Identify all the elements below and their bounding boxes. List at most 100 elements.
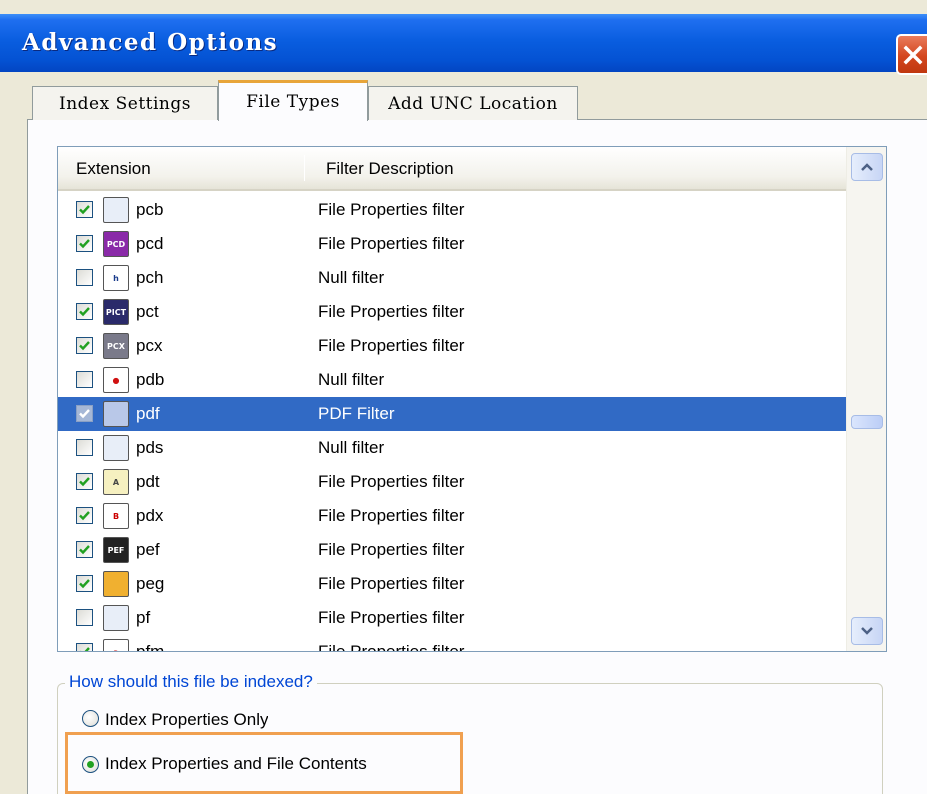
list-row-pds[interactable]: pds Null filter bbox=[58, 431, 846, 465]
checkbox-pds[interactable] bbox=[76, 439, 93, 456]
close-button[interactable] bbox=[896, 34, 927, 75]
file-types-list[interactable]: Extension Filter Description pcb File Pro… bbox=[57, 146, 887, 652]
checkmark-icon bbox=[79, 579, 90, 589]
filter-description-label: File Properties filter bbox=[318, 302, 465, 321]
filter-description-label: Null filter bbox=[318, 370, 385, 389]
radio-button[interactable] bbox=[82, 710, 99, 727]
extension-label: pfm bbox=[136, 642, 165, 652]
tab-index-settings[interactable]: Index Settings bbox=[32, 86, 218, 120]
filter-description-label: File Properties filter bbox=[318, 608, 465, 627]
filter-description-label: File Properties filter bbox=[318, 472, 465, 491]
title-bar[interactable]: Advanced Options bbox=[0, 14, 927, 75]
extension-label: pdf bbox=[136, 404, 160, 423]
checkbox-pcx[interactable] bbox=[76, 337, 93, 354]
scroll-thumb[interactable] bbox=[851, 415, 883, 429]
filter-description-label: File Properties filter bbox=[318, 336, 465, 355]
extension-label: pcb bbox=[136, 200, 164, 219]
scroll-up-button[interactable] bbox=[851, 153, 883, 181]
checkbox-pdt[interactable] bbox=[76, 473, 93, 490]
database-file-icon: ● bbox=[103, 367, 129, 393]
column-header-filter-description[interactable]: Filter Description bbox=[326, 159, 454, 179]
indexing-options-legend: How should this file be indexed? bbox=[65, 672, 317, 692]
filter-description-label: PDF Filter bbox=[318, 404, 395, 423]
scroll-down-button[interactable] bbox=[851, 617, 883, 645]
checkbox-peg[interactable] bbox=[76, 575, 93, 592]
checkbox-pcb[interactable] bbox=[76, 201, 93, 218]
list-header: Extension Filter Description bbox=[58, 147, 846, 191]
list-row-pdf[interactable]: pdf PDF Filter bbox=[58, 397, 846, 431]
extension-label: pf bbox=[136, 608, 151, 627]
checkbox-pdx[interactable] bbox=[76, 507, 93, 524]
list-row-pfm[interactable]: a pfm File Properties filter bbox=[58, 635, 846, 652]
extension-label: pef bbox=[136, 540, 160, 559]
list-row-pcd[interactable]: PCD pcd File Properties filter bbox=[58, 227, 846, 261]
column-header-extension[interactable]: Extension bbox=[76, 159, 151, 179]
extension-label: pct bbox=[136, 302, 159, 321]
checkmark-icon bbox=[79, 205, 90, 215]
filter-description-label: File Properties filter bbox=[318, 540, 465, 559]
extension-label: pcd bbox=[136, 234, 164, 253]
filter-description-label: Null filter bbox=[318, 438, 385, 457]
tab-file-types[interactable]: File Types bbox=[218, 80, 368, 121]
checkmark-icon bbox=[79, 511, 90, 521]
pdt-file-icon: A bbox=[103, 469, 129, 495]
checkmark-icon bbox=[79, 545, 90, 555]
radio-index-properties-only[interactable]: Index Properties Only bbox=[82, 710, 268, 732]
list-row-peg[interactable]: peg File Properties filter bbox=[58, 567, 846, 601]
checkmark-icon bbox=[79, 239, 90, 249]
checkbox-pf[interactable] bbox=[76, 609, 93, 626]
vertical-scrollbar[interactable] bbox=[846, 147, 886, 651]
filter-description-label: File Properties filter bbox=[318, 642, 465, 652]
generic-file-icon bbox=[103, 435, 129, 461]
chevron-down-icon bbox=[861, 627, 873, 635]
list-row-pef[interactable]: PEF pef File Properties filter bbox=[58, 533, 846, 567]
pef-image-icon: PEF bbox=[103, 537, 129, 563]
list-rows: pcb File Properties filter PCD pcd File Prop… bbox=[58, 193, 846, 652]
extension-label: pdb bbox=[136, 370, 165, 389]
chevron-up-icon bbox=[861, 163, 873, 171]
checkmark-icon bbox=[79, 307, 90, 317]
filter-description-label: File Properties filter bbox=[318, 234, 465, 253]
extension-label: pch bbox=[136, 268, 164, 287]
pict-image-icon: PICT bbox=[103, 299, 129, 325]
list-row-pdb[interactable]: ● pdb Null filter bbox=[58, 363, 846, 397]
filter-description-label: Null filter bbox=[318, 268, 385, 287]
checkbox-pdb[interactable] bbox=[76, 371, 93, 388]
checkbox-pcd[interactable] bbox=[76, 235, 93, 252]
extension-label: pdt bbox=[136, 472, 160, 491]
list-row-pcb[interactable]: pcb File Properties filter bbox=[58, 193, 846, 227]
pfm-font-icon: a bbox=[103, 639, 129, 651]
pdx-file-icon: B bbox=[103, 503, 129, 529]
list-row-pch[interactable]: h pch Null filter bbox=[58, 261, 846, 295]
filter-description-label: File Properties filter bbox=[318, 574, 465, 593]
list-row-pf[interactable]: pf File Properties filter bbox=[58, 601, 846, 635]
checkmark-icon bbox=[79, 477, 90, 487]
extension-label: pcx bbox=[136, 336, 163, 355]
list-row-pdt[interactable]: Apdt File Properties filter bbox=[58, 465, 846, 499]
checkbox-pfm[interactable] bbox=[76, 643, 93, 651]
generic-file-icon bbox=[103, 197, 129, 223]
checkmark-icon bbox=[79, 409, 90, 419]
checkbox-pef[interactable] bbox=[76, 541, 93, 558]
highlight-annotation bbox=[65, 732, 463, 794]
tab-add-unc-location[interactable]: Add UNC Location bbox=[368, 86, 578, 120]
checkbox-pch[interactable] bbox=[76, 269, 93, 286]
column-separator[interactable] bbox=[304, 155, 305, 181]
peg-file-icon bbox=[103, 571, 129, 597]
extension-label: pdx bbox=[136, 506, 164, 525]
checkmark-icon bbox=[80, 647, 90, 651]
checkbox-pdf[interactable] bbox=[76, 405, 93, 422]
advanced-options-dialog: Advanced Options Index Settings File Typ… bbox=[0, 0, 927, 794]
pcx-image-icon: PCX bbox=[103, 333, 129, 359]
checkbox-pct[interactable] bbox=[76, 303, 93, 320]
list-row-pdx[interactable]: Bpdx File Properties filter bbox=[58, 499, 846, 533]
window-title: Advanced Options bbox=[22, 29, 279, 56]
extension-label: peg bbox=[136, 574, 165, 593]
list-row-pcx[interactable]: PCX pcx File Properties filter bbox=[58, 329, 846, 363]
header-file-icon: h bbox=[103, 265, 129, 291]
radio-label-properties-only: Index Properties Only bbox=[105, 710, 269, 729]
list-row-pct[interactable]: PICT pct File Properties filter bbox=[58, 295, 846, 329]
generic-file-icon bbox=[103, 605, 129, 631]
close-icon bbox=[903, 45, 922, 64]
filter-description-label: File Properties filter bbox=[318, 506, 465, 525]
